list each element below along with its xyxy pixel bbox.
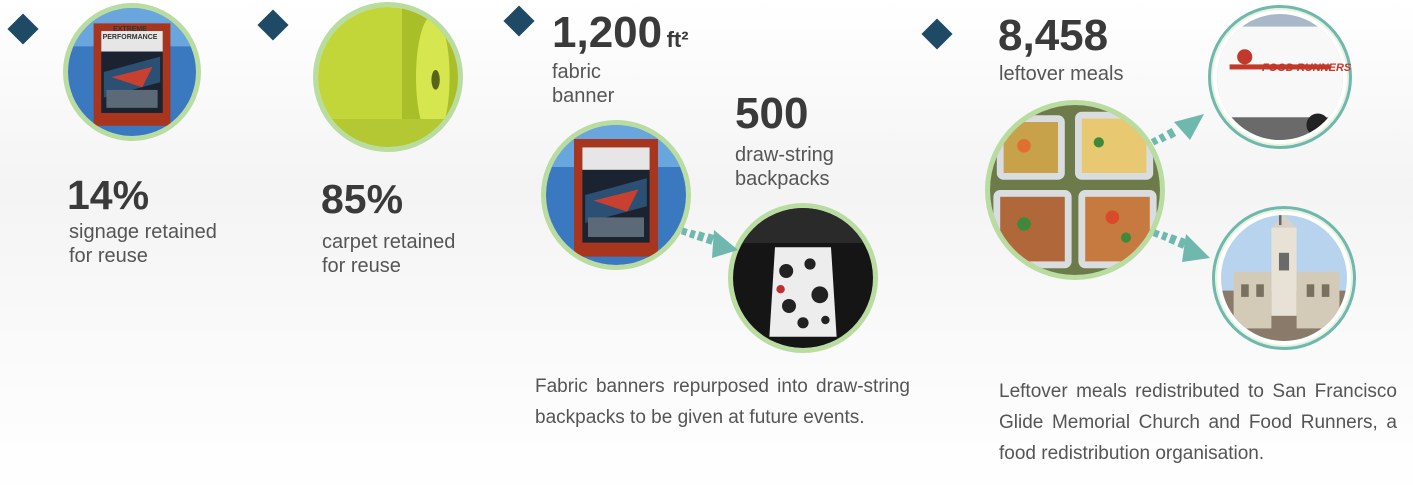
bullet-diamond-icon [921, 18, 953, 50]
meals-stat-value: 8,458 [998, 11, 1109, 60]
meals-photo [985, 100, 1165, 280]
carpet-photo [313, 2, 463, 152]
label-line: for reuse [69, 245, 148, 267]
arrow-icon [1150, 108, 1210, 152]
banner-title-line: PERFORMANCE [102, 34, 158, 41]
signage-banner-title: EXTREME PERFORMANCE [100, 26, 160, 42]
signage-stat-value: 14% [67, 172, 150, 218]
carpet-roll-photo-icon [318, 7, 458, 147]
food-runners-truck-photo [1208, 5, 1352, 149]
carpet-stat-value: 85% [321, 176, 404, 222]
food-containers-photo-icon [990, 105, 1160, 275]
backpack-photo-icon [733, 208, 873, 348]
church-photo-icon [1221, 215, 1347, 341]
banner-area-number: 1,200 [552, 8, 663, 57]
arrow-icon [680, 218, 740, 262]
label-line: fabric [552, 61, 601, 83]
glide-church-photo [1212, 206, 1356, 350]
label-line: carpet retained [322, 231, 456, 253]
label-line: backpacks [735, 168, 830, 190]
signage-stat-label: signage retained for reuse [69, 220, 217, 268]
delivery-truck-photo-icon [1217, 14, 1343, 140]
banner-area-label: fabric banner [552, 60, 614, 108]
banner-photo-icon [546, 125, 686, 265]
banner-area-unit: ft² [666, 27, 689, 52]
arrow-icon [1152, 222, 1212, 266]
backpacks-stat-label: draw-string backpacks [735, 143, 834, 191]
banner-title-line: EXTREME [113, 26, 147, 33]
bullet-diamond-icon [257, 9, 289, 41]
bullet-diamond-icon [7, 13, 39, 45]
backpack-photo [728, 203, 878, 353]
banners-description: Fabric banners repurposed into draw-stri… [535, 376, 910, 428]
label-line: for reuse [322, 255, 401, 277]
backpacks-stat-value: 500 [735, 89, 809, 138]
meals-stat-label: leftover meals [999, 63, 1124, 85]
bullet-diamond-icon [503, 5, 535, 37]
truck-brand-text: FOOD RUNNERS [1262, 62, 1352, 74]
carpet-stat-label: carpet retained for reuse [322, 230, 455, 278]
meals-description: Leftover meals redistributed to San Fran… [999, 381, 1397, 464]
signage-photo [63, 3, 201, 141]
banner-area-value: 1,200 ft² [552, 11, 689, 55]
label-line: banner [552, 85, 615, 107]
label-line: signage retained [69, 221, 217, 243]
label-line: draw-string [735, 144, 834, 166]
fabric-banner-photo [541, 120, 691, 270]
